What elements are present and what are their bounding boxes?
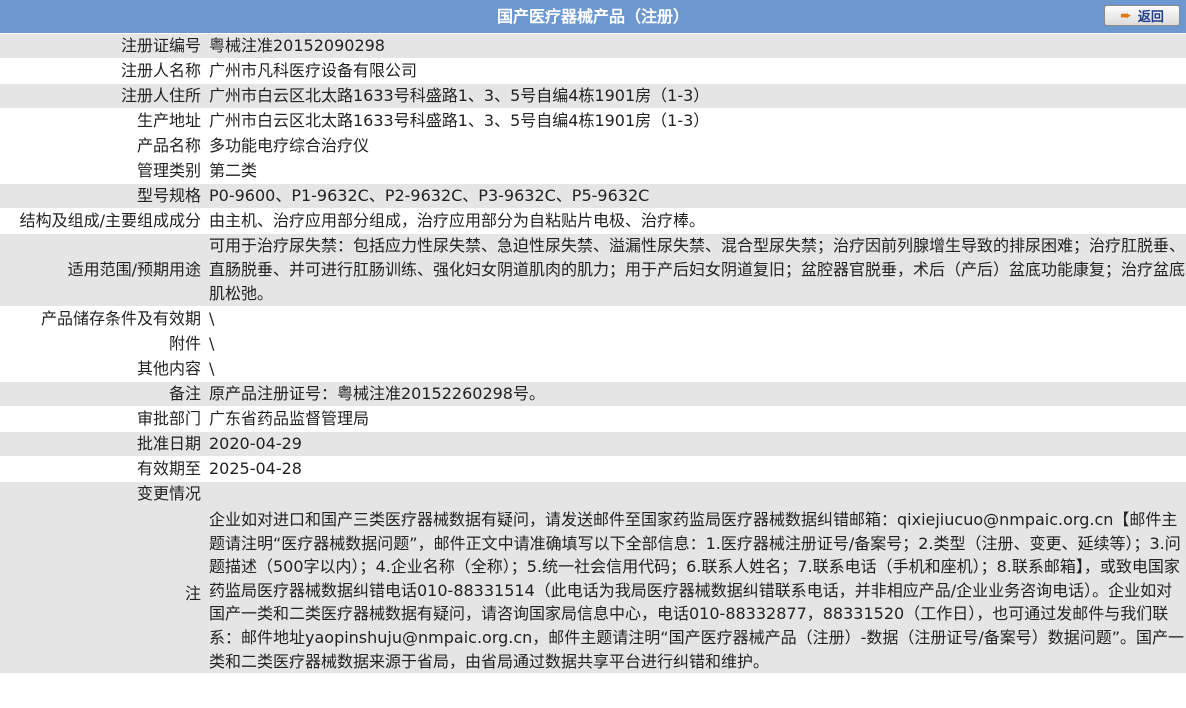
field-label: 备注 xyxy=(0,381,207,407)
arrow-right-icon: ➨ xyxy=(1120,7,1132,24)
field-value: 广州市白云区北太路1633号科盛路1、3、5号自编4栋1901房（1-3） xyxy=(207,108,1186,134)
field-value: 粤械注准20152090298 xyxy=(207,34,1186,59)
field-value: 多功能电疗综合治疗仪 xyxy=(207,133,1186,159)
field-label: 批准日期 xyxy=(0,431,207,457)
field-value: \ xyxy=(207,306,1186,332)
field-value: \ xyxy=(207,331,1186,357)
field-value: 2020-04-29 xyxy=(207,431,1186,457)
table-row: 生产地址 广州市白云区北太路1633号科盛路1、3、5号自编4栋1901房（1-… xyxy=(0,108,1186,134)
table-row: 备注 原产品注册证号：粤械注准20152260298号。 xyxy=(0,381,1186,407)
field-value: 广州市白云区北太路1633号科盛路1、3、5号自编4栋1901房（1-3） xyxy=(207,83,1186,109)
field-value: 广东省药品监督管理局 xyxy=(207,406,1186,432)
field-label: 适用范围/预期用途 xyxy=(0,233,207,307)
table-row: 注册人名称 广州市凡科医疗设备有限公司 xyxy=(0,58,1186,84)
table-row: 附件 \ xyxy=(0,331,1186,357)
note-text: 企业如对进口和国产三类医疗器械数据有疑问，请发送邮件至国家药监局医疗器械数据纠错… xyxy=(207,481,1186,675)
field-value: 由主机、治疗应用部分组成，治疗应用部分为自粘贴片电极、治疗棒。 xyxy=(207,208,1186,234)
field-label: 附件 xyxy=(0,331,207,357)
field-label: 产品名称 xyxy=(0,133,207,159)
table-row: 产品储存条件及有效期 \ xyxy=(0,306,1186,332)
field-label: 管理类别 xyxy=(0,158,207,184)
table-row: 管理类别 第二类 xyxy=(0,158,1186,184)
field-label: 结构及组成/主要组成成分 xyxy=(0,208,207,234)
table-row: 审批部门 广东省药品监督管理局 xyxy=(0,406,1186,432)
field-label: 注册证编号 xyxy=(0,34,207,59)
field-label: 注册人住所 xyxy=(0,83,207,109)
back-button[interactable]: ➨ 返回 xyxy=(1104,5,1180,26)
table-row: 结构及组成/主要组成成分 由主机、治疗应用部分组成，治疗应用部分为自粘贴片电极、… xyxy=(0,208,1186,234)
field-label: 型号规格 xyxy=(0,183,207,209)
table-row: 产品名称 多功能电疗综合治疗仪 xyxy=(0,133,1186,159)
field-value: \ xyxy=(207,356,1186,382)
field-label: 生产地址 xyxy=(0,108,207,134)
field-value: 原产品注册证号：粤械注准20152260298号。 xyxy=(207,381,1186,407)
field-label: 审批部门 xyxy=(0,406,207,432)
field-label: 注册人名称 xyxy=(0,58,207,84)
field-value: 可用于治疗尿失禁：包括应力性尿失禁、急迫性尿失禁、溢漏性尿失禁、混合型尿失禁；治… xyxy=(207,233,1186,307)
field-label: 有效期至 xyxy=(0,456,207,482)
table-row: 适用范围/预期用途 可用于治疗尿失禁：包括应力性尿失禁、急迫性尿失禁、溢漏性尿失… xyxy=(0,233,1186,307)
back-button-label: 返回 xyxy=(1137,10,1164,25)
table-row: 注册证编号 粤械注准20152090298 xyxy=(0,34,1186,59)
field-value: 2025-04-28 xyxy=(207,456,1186,482)
field-label: 其他内容 xyxy=(0,356,207,382)
table-row: 型号规格 P0-9600、P1-9632C、P2-9632C、P3-9632C、… xyxy=(0,183,1186,209)
table-row: 有效期至 2025-04-28 xyxy=(0,456,1186,482)
field-value: 广州市凡科医疗设备有限公司 xyxy=(207,58,1186,84)
table-row: 变更情况 注 企业如对进口和国产三类医疗器械数据有疑问，请发送邮件至国家药监局医… xyxy=(0,481,1186,675)
table-row: 其他内容 \ xyxy=(0,356,1186,382)
field-value: P0-9600、P1-9632C、P2-9632C、P3-9632C、P5-96… xyxy=(207,183,1186,209)
table-row: 注册人住所 广州市白云区北太路1633号科盛路1、3、5号自编4栋1901房（1… xyxy=(0,83,1186,109)
note-label: 注 xyxy=(184,584,201,603)
page-header: 国产医疗器械产品（注册） ➨ 返回 xyxy=(0,0,1186,34)
field-value: 第二类 xyxy=(207,158,1186,184)
table-row: 批准日期 2020-04-29 xyxy=(0,431,1186,457)
detail-table: 注册证编号 粤械注准20152090298 注册人名称 广州市凡科医疗设备有限公… xyxy=(0,34,1186,675)
change-label: 变更情况 xyxy=(136,484,201,503)
page-title: 国产医疗器械产品（注册） xyxy=(496,7,689,26)
field-label: 产品储存条件及有效期 xyxy=(0,306,207,332)
field-label: 变更情况 注 xyxy=(0,481,207,675)
